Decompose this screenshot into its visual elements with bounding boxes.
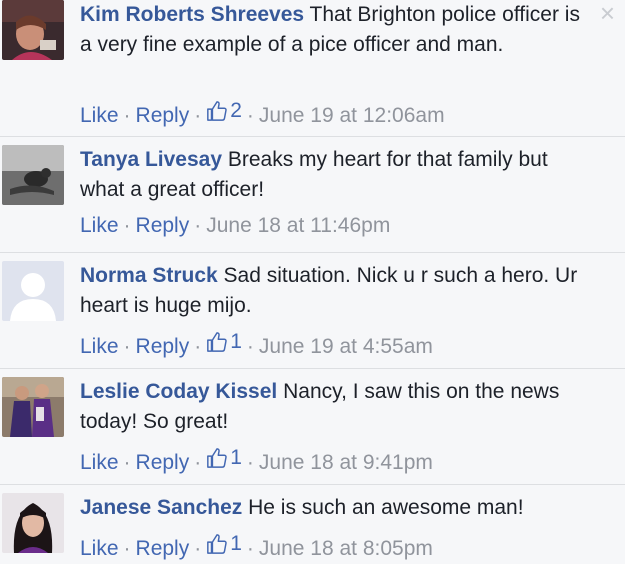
comment-body: Janese Sanchez He is such an awesome man… bbox=[80, 493, 585, 523]
commenter-name[interactable]: Janese Sanchez bbox=[80, 496, 242, 519]
thumbs-up-icon bbox=[207, 448, 227, 468]
default-avatar-silhouette bbox=[2, 261, 64, 321]
like-link[interactable]: Like bbox=[80, 451, 119, 474]
comment-item: Janese Sanchez He is such an awesome man… bbox=[0, 493, 625, 560]
comment-text: He is such an awesome man! bbox=[242, 496, 524, 519]
thumbs-up-icon bbox=[207, 332, 227, 352]
comment-actions: Like · Reply · June 18 at 11:46pm bbox=[80, 211, 390, 241]
comment-body: Kim Roberts Shreeves That Brighton polic… bbox=[80, 0, 585, 60]
separator-dot: · bbox=[194, 335, 202, 358]
comment-item: Leslie Coday Kissel Nancy, I saw this on… bbox=[0, 377, 625, 482]
divider bbox=[0, 484, 625, 485]
timestamp[interactable]: June 18 at 8:05pm bbox=[259, 537, 433, 560]
divider bbox=[0, 252, 625, 253]
timestamp[interactable]: June 18 at 9:41pm bbox=[259, 451, 433, 474]
comment-actions: Like · Reply · 1 · June 19 at 4:55am bbox=[80, 327, 433, 362]
separator-dot: · bbox=[246, 104, 254, 127]
comment-actions: Like · Reply · 2 · June 19 at 12:06am bbox=[80, 96, 445, 131]
comment-body: Leslie Coday Kissel Nancy, I saw this on… bbox=[80, 377, 585, 437]
like-count-value: 1 bbox=[230, 532, 242, 555]
separator-dot: · bbox=[123, 451, 131, 474]
separator-dot: · bbox=[194, 104, 202, 127]
separator-dot: · bbox=[246, 335, 254, 358]
like-count[interactable]: 1 bbox=[206, 529, 242, 559]
like-link[interactable]: Like bbox=[80, 537, 119, 560]
reply-link[interactable]: Reply bbox=[136, 451, 190, 474]
comment-actions: Like · Reply · 1 · June 18 at 9:41pm bbox=[80, 443, 433, 478]
reply-link[interactable]: Reply bbox=[136, 537, 190, 560]
like-link[interactable]: Like bbox=[80, 335, 119, 358]
like-count-value: 2 bbox=[230, 99, 242, 122]
separator-dot: · bbox=[194, 537, 202, 560]
separator-dot: · bbox=[246, 451, 254, 474]
timestamp[interactable]: June 19 at 12:06am bbox=[259, 104, 445, 127]
separator-dot: · bbox=[194, 451, 202, 474]
comment-item: Tanya Livesay Breaks my heart for that f… bbox=[0, 145, 625, 250]
separator-dot: · bbox=[123, 104, 131, 127]
reply-link[interactable]: Reply bbox=[136, 335, 190, 358]
comment-actions: Like · Reply · 1 · June 18 at 8:05pm bbox=[80, 529, 433, 564]
commenter-name[interactable]: Norma Struck bbox=[80, 264, 218, 287]
separator-dot: · bbox=[246, 537, 254, 560]
comment-body: Norma Struck Sad situation. Nick u r suc… bbox=[80, 261, 585, 321]
like-link[interactable]: Like bbox=[80, 104, 119, 127]
divider bbox=[0, 136, 625, 137]
comment-body: Tanya Livesay Breaks my heart for that f… bbox=[80, 145, 585, 205]
comment-item: Kim Roberts Shreeves That Brighton polic… bbox=[0, 0, 625, 135]
like-count-value: 1 bbox=[230, 330, 242, 353]
avatar[interactable] bbox=[2, 261, 64, 321]
comment-item: Norma Struck Sad situation. Nick u r suc… bbox=[0, 261, 625, 366]
timestamp[interactable]: June 18 at 11:46pm bbox=[206, 214, 390, 237]
separator-dot: · bbox=[123, 335, 131, 358]
reply-link[interactable]: Reply bbox=[136, 214, 190, 237]
avatar[interactable] bbox=[2, 377, 64, 437]
avatar[interactable] bbox=[2, 0, 64, 60]
commenter-name[interactable]: Tanya Livesay bbox=[80, 148, 222, 171]
separator-dot: · bbox=[194, 214, 202, 237]
thumbs-up-icon bbox=[207, 534, 227, 554]
separator-dot: · bbox=[123, 214, 131, 237]
avatar[interactable] bbox=[2, 493, 64, 553]
divider bbox=[0, 368, 625, 369]
like-count[interactable]: 1 bbox=[206, 443, 242, 473]
commenter-name[interactable]: Kim Roberts Shreeves bbox=[80, 3, 304, 26]
like-count[interactable]: 1 bbox=[206, 327, 242, 357]
like-count[interactable]: 2 bbox=[206, 96, 242, 126]
like-count-value: 1 bbox=[230, 446, 242, 469]
avatar[interactable] bbox=[2, 145, 64, 205]
close-icon[interactable]: × bbox=[600, 0, 615, 26]
commenter-name[interactable]: Leslie Coday Kissel bbox=[80, 380, 277, 403]
timestamp[interactable]: June 19 at 4:55am bbox=[259, 335, 433, 358]
reply-link[interactable]: Reply bbox=[136, 104, 190, 127]
like-link[interactable]: Like bbox=[80, 214, 119, 237]
thumbs-up-icon bbox=[207, 101, 227, 121]
separator-dot: · bbox=[123, 537, 131, 560]
